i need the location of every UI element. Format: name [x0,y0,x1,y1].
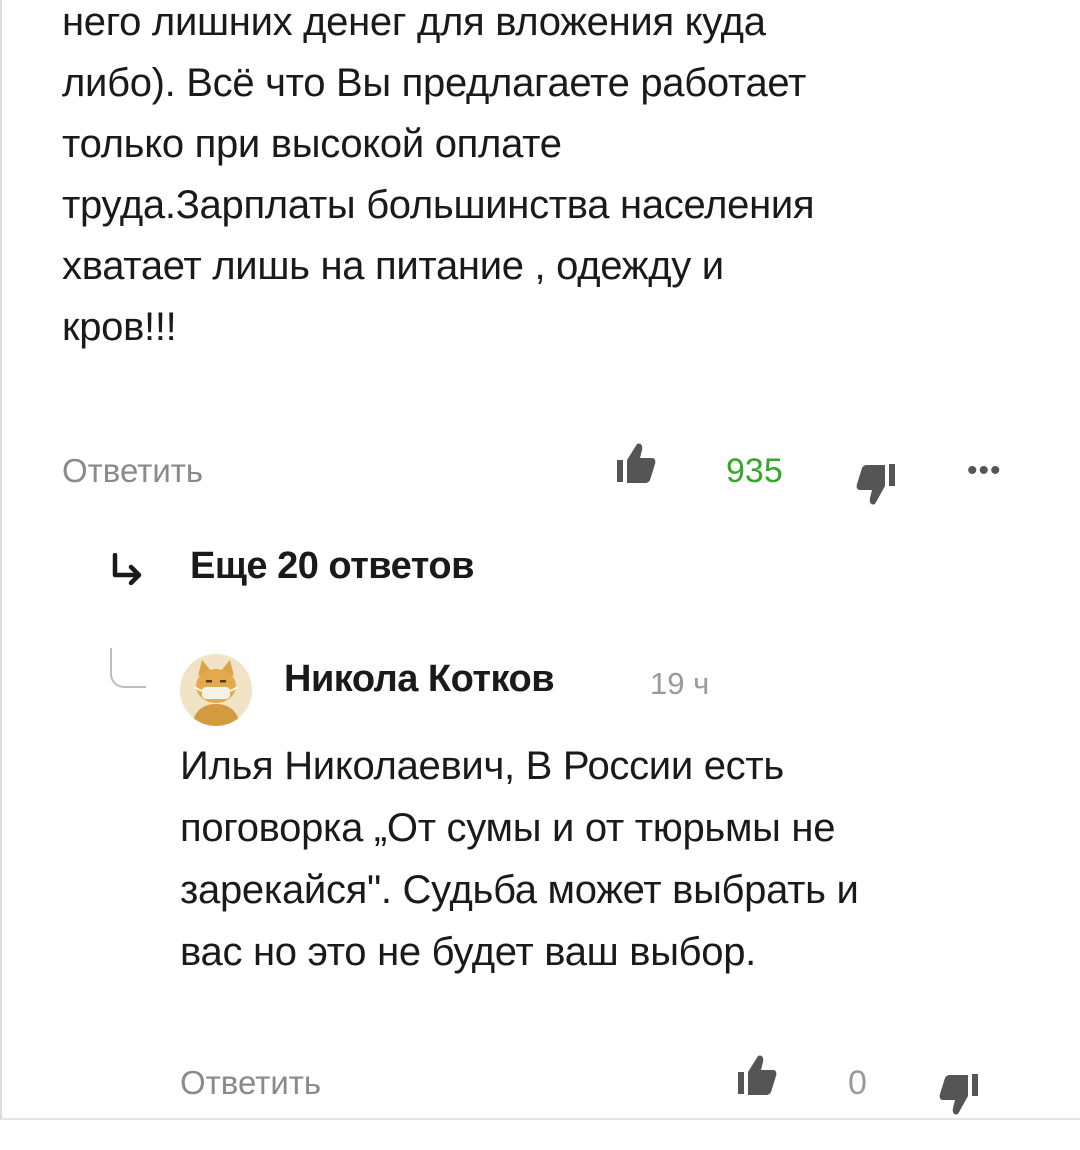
reply-line: поговорка „От сумы и от тюрьмы не [180,806,836,850]
comment-text: него лишних денег для вложения куда либо… [62,0,1022,358]
reply-button[interactable]: Ответить [62,452,203,490]
reply-text: Илья Николаевич, В России есть поговорка… [180,735,1040,983]
comment-line: только при высокой оплате [62,122,562,166]
comment-actions: Ответить 935 ••• [62,443,1022,505]
reply-line: вас но это не будет ваш выбор. [180,930,756,974]
comment-line: труда.Зарплаты большинства населения [62,183,815,227]
thumbs-down-icon[interactable] [938,1072,980,1118]
comment-line: него лишних денег для вложения куда [62,0,766,44]
comment-line: хватает лишь на питание , одежду и [62,244,724,288]
cat-avatar-icon[interactable] [180,654,252,726]
thumbs-up-icon[interactable] [615,440,657,486]
comment-line: либо). Всё что Вы предлагаете работает [62,61,807,105]
thumbs-down-icon[interactable] [855,462,897,508]
like-count: 0 [848,1064,867,1102]
author-name[interactable]: Никола Котков [284,658,555,701]
bottom-divider [0,1118,1080,1120]
more-dots-icon[interactable]: ••• [967,454,1002,488]
more-replies-label[interactable]: Еще 20 ответов [190,545,474,588]
reply-arrow-icon [110,552,146,586]
thumbs-up-icon[interactable] [736,1052,778,1098]
reply-actions: Ответить 0 [180,1055,1000,1115]
like-count: 935 [726,452,783,490]
comment-line: кров!!! [62,305,177,349]
timestamp: 19 ч [650,666,710,701]
thread-connector [110,648,146,688]
reply-line: зарекайся". Судьба может выбрать и [180,868,859,912]
reply-button[interactable]: Ответить [180,1064,321,1102]
reply-line: Илья Николаевич, В России есть [180,744,784,788]
thread-border [0,0,2,1120]
